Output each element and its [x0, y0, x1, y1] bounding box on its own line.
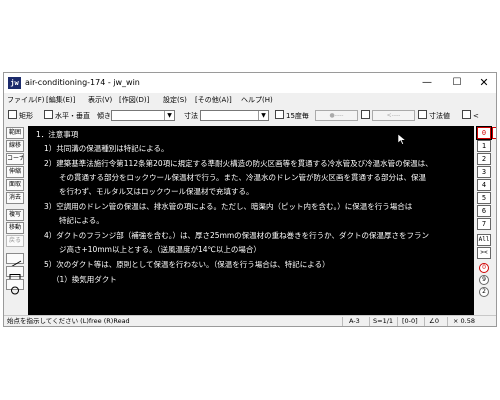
- layer-6-button[interactable]: 6: [477, 205, 491, 217]
- layer-panel-second-column: [492, 126, 496, 315]
- note-line: 1）共同溝の保温種別は特記による。: [44, 144, 169, 153]
- note-line: 5）次のダクト等は、原則として保温を行わない。（保温を行う場合は、特記による）: [44, 260, 330, 269]
- menu-help[interactable]: ヘルプ(H): [241, 93, 273, 107]
- layer-swap-button[interactable]: ><: [477, 247, 491, 259]
- note-line: 1．注意事項: [36, 130, 79, 139]
- rect-label: 矩形: [19, 112, 33, 120]
- point-mode-button[interactable]: ●----: [315, 110, 358, 121]
- maximize-button[interactable]: ☐: [443, 73, 471, 93]
- menu-file[interactable]: ファイル(F): [7, 93, 45, 107]
- arrow-checkbox[interactable]: [361, 110, 372, 122]
- angle-readout[interactable]: ∠0: [429, 316, 439, 326]
- tool-copy-button[interactable]: 複写: [6, 209, 24, 221]
- line-tool-button[interactable]: [6, 253, 24, 269]
- layer-all-button[interactable]: All: [477, 234, 491, 246]
- scale-readout[interactable]: S=1/1: [373, 316, 393, 326]
- note-line: を行わず、モルタル又はロックウール保温材で充填する。: [59, 187, 254, 196]
- dim-value-label: 寸法値: [429, 112, 450, 120]
- circle-icon: [11, 286, 19, 295]
- chevron-down-icon: ▼: [164, 111, 174, 120]
- chevron-down-icon: ▼: [258, 111, 268, 120]
- drawing-canvas[interactable]: 1．注意事項 1）共同溝の保温種別は特記による。 2）建築基準法施行令第112条…: [28, 126, 474, 315]
- tool-erase-button[interactable]: 消去: [6, 192, 24, 204]
- tool-move-button[interactable]: 移動: [6, 222, 24, 234]
- zoom-readout[interactable]: × 0.58: [453, 316, 475, 326]
- dim-value-checkbox[interactable]: 寸法値: [418, 110, 450, 122]
- note-line: その貫通する部分をロックウール保温材で行う。また、冷温水のドレン管が防火区画を貫…: [59, 173, 427, 182]
- layer-group-circle-9[interactable]: 9: [479, 275, 489, 285]
- rectangle-tool-button[interactable]: [6, 266, 24, 281]
- tool-line-move-button[interactable]: 線移: [6, 140, 24, 152]
- tool-undo-button[interactable]: 戻る: [6, 235, 24, 247]
- layer-2-button[interactable]: 2: [477, 153, 491, 165]
- angle-combo[interactable]: ▼: [111, 110, 175, 121]
- layer-readout[interactable]: [0-0]: [402, 316, 418, 326]
- layer-group-circle-2[interactable]: 2: [479, 287, 489, 297]
- horiz-vert-checkbox[interactable]: 水平・垂直: [44, 110, 90, 122]
- status-bar: 始点を指示してください (L)free (R)Read A-3 S=1/1 [0…: [4, 315, 496, 326]
- paper-size[interactable]: A-3: [349, 316, 360, 326]
- layer-3-button[interactable]: 3: [477, 166, 491, 178]
- rect-checkbox[interactable]: 矩形: [8, 110, 33, 122]
- layer-group-circle-0[interactable]: 0: [479, 263, 489, 273]
- layer-7-button[interactable]: 7: [477, 218, 491, 230]
- angle15-checkbox[interactable]: 15度毎: [275, 110, 309, 122]
- layer-1-button[interactable]: 1: [477, 140, 491, 152]
- lt-checkbox[interactable]: <: [462, 110, 479, 122]
- window-title: air-conditioning-174 - jw_win: [25, 78, 140, 87]
- note-line: ジ高さ+10mm以上とする。（送風温度が14℃以上の場合）: [59, 245, 261, 254]
- close-button[interactable]: ✕: [470, 73, 496, 93]
- dimension-combo[interactable]: ▼: [200, 110, 269, 121]
- note-line: 特記による。: [59, 216, 104, 225]
- menu-settings[interactable]: 設定(S): [163, 93, 187, 107]
- tool-options-bar: 矩形 水平・垂直 傾き ▼ 寸法 ▼ 15度毎 ●---- <---- 寸法値 …: [4, 108, 496, 124]
- note-line: 3）空調用のドレン管の保温は、排水管の項による。ただし、暗渠内（ピット内を含む。…: [44, 202, 413, 211]
- note-line: （1）換気用ダクト: [52, 275, 117, 284]
- arrow-mode-button[interactable]: <----: [372, 110, 415, 121]
- title-bar[interactable]: jw air-conditioning-174 - jw_win — ☐ ✕: [4, 73, 496, 93]
- angle15-label: 15度毎: [286, 112, 309, 120]
- menu-view[interactable]: 表示(V): [88, 93, 112, 107]
- tool-chamfer-button[interactable]: 面取: [6, 179, 24, 191]
- circle-tool-button[interactable]: [6, 279, 24, 295]
- menu-draw[interactable]: [作図(D)]: [119, 93, 149, 107]
- left-tool-panel: 範囲 線移 コーナー 伸縮 面取 消去 複写 移動 戻る: [4, 126, 26, 315]
- lt-label: <: [473, 112, 479, 120]
- menu-bar: ファイル(F) [編集(E)] 表示(V) [作図(D)] 設定(S) [その他…: [4, 93, 496, 107]
- status-prompt: 始点を指示してください (L)free (R)Read: [7, 317, 130, 325]
- menu-other[interactable]: [その他(A)]: [195, 93, 232, 107]
- layer-4-button[interactable]: 4: [477, 179, 491, 191]
- jw-app-icon: jw: [8, 77, 21, 89]
- note-line: 2）建築基準法施行令第112条第20項に規定する準耐火構造の防火区画等を貫通する…: [44, 159, 433, 168]
- menu-edit[interactable]: [編集(E)]: [46, 93, 75, 107]
- app-window: jw air-conditioning-174 - jw_win — ☐ ✕ フ…: [3, 72, 497, 327]
- minimize-button[interactable]: —: [413, 73, 441, 93]
- layer-group-0-button[interactable]: 0: [476, 126, 492, 140]
- dimension-label: 寸法: [184, 112, 198, 120]
- note-line: 4）ダクトのフランジ部（補強を含む。）は、厚さ25mmの保温材の重ね巻きを行うか…: [44, 231, 430, 240]
- angle-label: 傾き: [97, 112, 111, 120]
- tool-corner-button[interactable]: コーナー: [6, 153, 24, 165]
- tool-range-button[interactable]: 範囲: [6, 127, 24, 139]
- mouse-cursor-icon: [398, 134, 407, 145]
- tool-stretch-button[interactable]: 伸縮: [6, 166, 24, 178]
- horiz-vert-label: 水平・垂直: [55, 112, 90, 120]
- layer-5-button[interactable]: 5: [477, 192, 491, 204]
